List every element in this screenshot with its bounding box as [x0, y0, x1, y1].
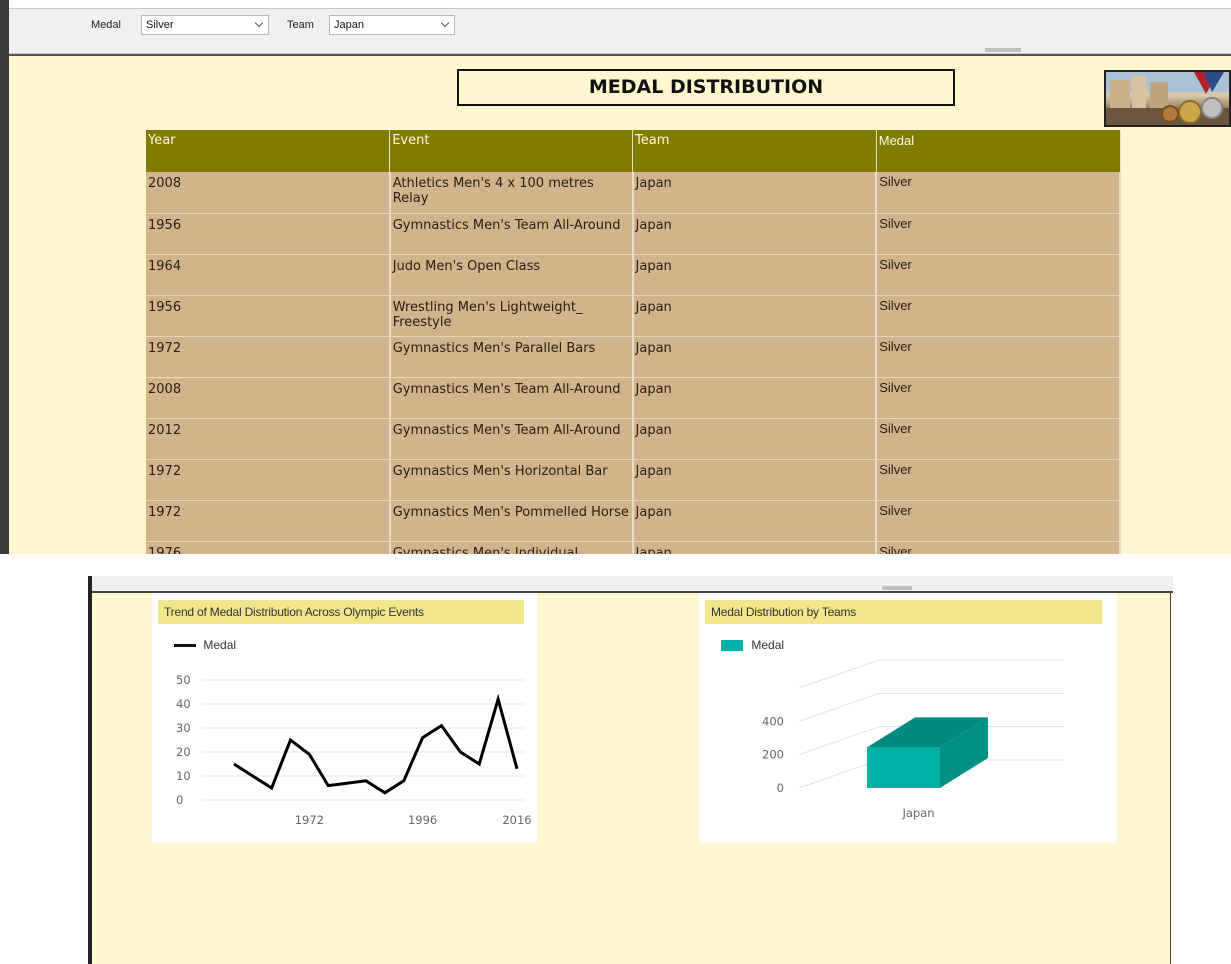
table-row[interactable]: 1972 Gymnastics Men's Horizontal Bar Japan… — [146, 459, 1121, 501]
cell-year: 2008 — [146, 377, 391, 419]
cell-medal: Silver — [876, 336, 1121, 378]
cell-medal: Silver — [876, 254, 1121, 296]
series-line-medal — [233, 693, 519, 795]
table-header-row: Year Event Team Medal — [146, 130, 1121, 172]
cell-year: 1972 — [146, 459, 391, 501]
resize-grip[interactable] — [985, 48, 1021, 52]
gridline — [798, 692, 880, 722]
charts-canvas: Trend of Medal Distribution Across Olymp… — [92, 593, 1171, 964]
x-tick-label: 1996 — [408, 813, 437, 827]
y-tick-label: 0 — [777, 781, 784, 795]
cell-event: Gymnastics Men's Pommelled Horse — [389, 500, 634, 542]
cell-event: Gymnastics Men's Parallel Bars — [389, 336, 634, 378]
chevron-down-icon — [254, 18, 264, 28]
y-tick-label: 40 — [176, 697, 191, 711]
report-view-bottom: Trend of Medal Distribution Across Olymp… — [88, 576, 1173, 964]
y-tick-label: 50 — [176, 673, 191, 687]
cell-medal: Silver — [876, 213, 1121, 255]
cell-medal: Silver — [876, 541, 1121, 554]
table-row[interactable]: 1972 Gymnastics Men's Pommelled Horse Japa… — [146, 500, 1121, 542]
table-row[interactable]: 2008 Gymnastics Men's Team All-Around Japa… — [146, 377, 1121, 419]
table-row[interactable]: 1956 Gymnastics Men's Team All-Around Japa… — [146, 213, 1121, 255]
y-tick-label: 20 — [176, 745, 191, 759]
cell-team: Japan — [632, 172, 878, 214]
cell-medal: Silver — [876, 418, 1121, 460]
cell-year: 1956 — [146, 213, 391, 255]
cell-team: Japan — [632, 336, 878, 378]
report-canvas: MEDAL DISTRIBUTION Year Event Team Medal… — [9, 54, 1231, 554]
bar-chart-card[interactable]: Medal Distribution by Teams Medal 0 200 40… — [699, 593, 1117, 843]
cell-team: Japan — [632, 254, 878, 296]
column-header-medal[interactable]: Medal — [876, 130, 1121, 172]
filter-bar: Medal Silver Team Japan — [9, 8, 1231, 54]
bar-japan — [867, 747, 940, 788]
view-header-strip — [92, 576, 1173, 593]
cell-team: Japan — [632, 500, 878, 542]
table-row[interactable]: 2012 Gymnastics Men's Team All-Around Japa… — [146, 418, 1121, 460]
line-chart-plot: 0 10 20 30 40 50 1972 1996 2016 — [176, 673, 532, 827]
table-row[interactable]: 1964 Judo Men's Open Class Japan Silver — [146, 254, 1121, 296]
cell-team: Japan — [632, 418, 878, 460]
cell-year: 1964 — [146, 254, 391, 296]
y-tick-label: 0 — [176, 793, 183, 807]
bar-chart-plot: 0 200 400 Japan — [762, 659, 1064, 820]
cell-event: Gymnastics Men's Team All-Around — [389, 418, 634, 460]
y-tick-label: 30 — [176, 721, 191, 735]
x-tick-label: 1972 — [295, 813, 324, 827]
cell-event: Gymnastics Men's Horizontal Bar — [389, 459, 634, 501]
column-header-year[interactable]: Year — [146, 130, 391, 172]
cell-event: Judo Men's Open Class — [389, 254, 634, 296]
medal-filter-dropdown[interactable]: Silver — [141, 15, 269, 35]
cell-event: Gymnastics Men's Team All-Around — [389, 377, 634, 419]
cell-year: 2012 — [146, 418, 391, 460]
line-chart-card[interactable]: Trend of Medal Distribution Across Olymp… — [152, 593, 537, 843]
resize-grip[interactable] — [882, 586, 912, 590]
table-row[interactable]: 1976 Gymnastics Men's Individual Japan Silv… — [146, 541, 1121, 554]
cell-event: Gymnastics Men's Team All-Around — [389, 213, 634, 255]
olympic-medal-image — [1104, 70, 1231, 127]
cell-team: Japan — [632, 377, 878, 419]
cell-year: 1976 — [146, 541, 391, 554]
y-tick-label: 200 — [762, 748, 784, 762]
table-row[interactable]: 1956 Wrestling Men's Lightweight_ Freesty… — [146, 295, 1121, 337]
team-filter-dropdown[interactable]: Japan — [329, 15, 455, 35]
cell-team: Japan — [632, 213, 878, 255]
cell-medal: Silver — [876, 459, 1121, 501]
cell-medal: Silver — [876, 500, 1121, 542]
medal-table: Year Event Team Medal 2008 Athletics Men'… — [146, 130, 1121, 554]
cell-event: Athletics Men's 4 x 100 metres Relay — [389, 172, 634, 214]
cell-team: Japan — [632, 459, 878, 501]
column-header-team[interactable]: Team — [632, 130, 877, 172]
gridline — [798, 659, 880, 689]
cell-medal: Silver — [876, 377, 1121, 419]
x-tick-label: 2016 — [502, 813, 531, 827]
medal-filter-label: Medal — [91, 19, 121, 31]
table-row[interactable]: 1972 Gymnastics Men's Parallel Bars Japan S… — [146, 336, 1121, 378]
window-edge — [0, 0, 9, 554]
x-category-label: Japan — [901, 806, 934, 820]
cell-year: 1956 — [146, 295, 391, 337]
cell-team: Japan — [632, 541, 878, 554]
cell-year: 1972 — [146, 336, 391, 378]
table-row[interactable]: 2008 Athletics Men's 4 x 100 metres Relay… — [146, 172, 1121, 214]
cell-medal: Silver — [876, 295, 1121, 337]
cell-year: 1972 — [146, 500, 391, 542]
cell-team: Japan — [632, 295, 878, 337]
column-header-event[interactable]: Event — [389, 130, 634, 172]
medal-filter-value: Silver — [146, 19, 174, 31]
y-tick-label: 10 — [176, 769, 191, 783]
cell-medal: Silver — [876, 172, 1121, 214]
team-filter-label: Team — [287, 19, 314, 31]
chevron-down-icon — [440, 18, 450, 28]
y-tick-label: 400 — [762, 714, 784, 728]
team-filter-value: Japan — [334, 19, 364, 31]
cell-year: 2008 — [146, 172, 391, 214]
report-view-top: Medal Silver Team Japan MEDAL DISTRIBUTI… — [0, 0, 1231, 554]
cell-event: Gymnastics Men's Individual — [389, 541, 634, 554]
report-title: MEDAL DISTRIBUTION — [457, 69, 955, 106]
cell-event: Wrestling Men's Lightweight_ Freestyle — [389, 295, 634, 337]
